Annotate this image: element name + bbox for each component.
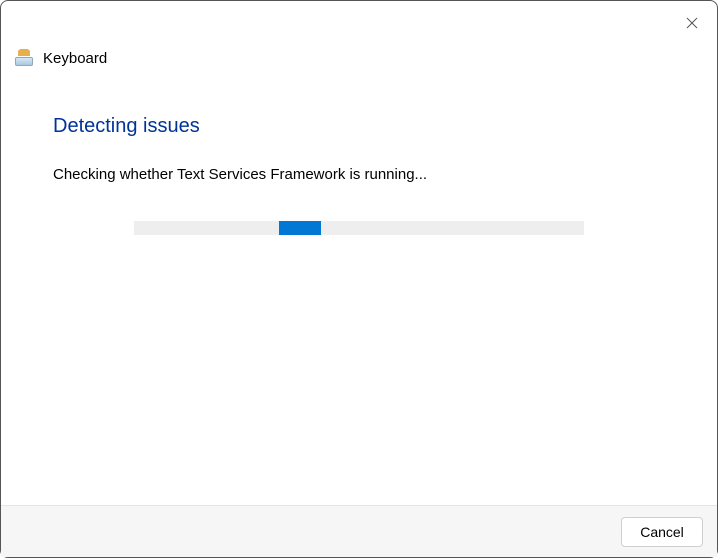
status-text: Checking whether Text Services Framework… bbox=[53, 166, 665, 183]
progress-indicator bbox=[279, 221, 321, 235]
close-button[interactable] bbox=[682, 13, 702, 33]
progress-bar bbox=[134, 221, 584, 235]
keyboard-icon bbox=[15, 49, 33, 67]
header: Keyboard bbox=[1, 1, 717, 67]
footer: Cancel bbox=[1, 505, 717, 557]
page-heading: Detecting issues bbox=[53, 115, 665, 138]
content-area: Detecting issues Checking whether Text S… bbox=[1, 67, 717, 235]
troubleshooter-title: Keyboard bbox=[43, 50, 107, 67]
cancel-button[interactable]: Cancel bbox=[621, 517, 703, 547]
close-icon bbox=[686, 17, 698, 29]
